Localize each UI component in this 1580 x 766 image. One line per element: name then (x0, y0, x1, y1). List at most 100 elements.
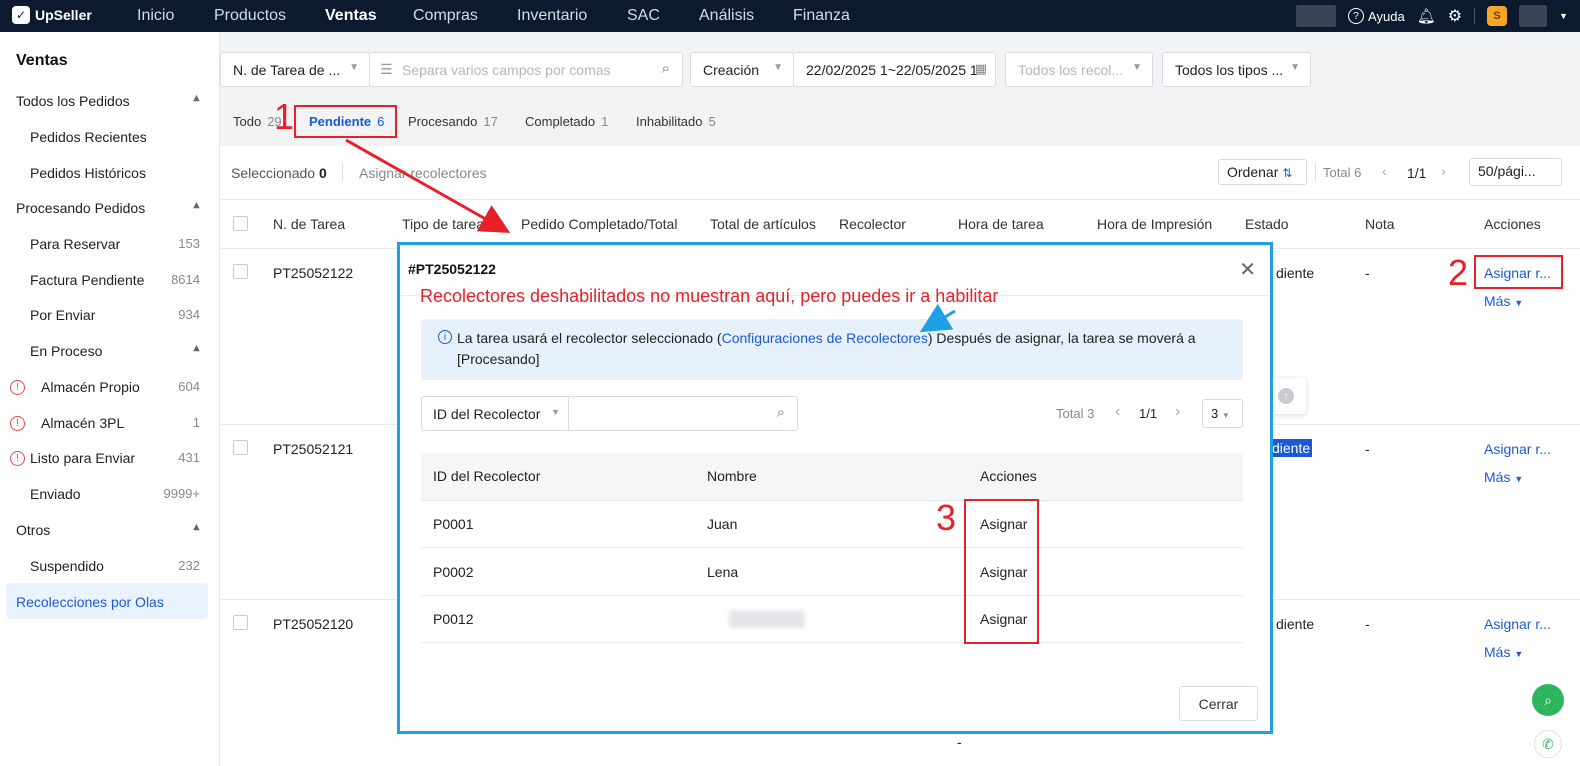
field-select[interactable]: N. de Tarea de ... ▼ (220, 52, 370, 87)
nav-productos[interactable]: Productos (214, 7, 286, 25)
sidebar-item-por-enviar[interactable]: Por Enviar 934 (0, 300, 220, 330)
sidebar-item-label: Suspendido (30, 558, 104, 574)
page-size-select[interactable]: 50/pági... (1469, 158, 1562, 186)
sidebar-item-recientes[interactable]: Pedidos Recientes (0, 122, 220, 152)
select-all-checkbox[interactable] (233, 216, 248, 231)
col-header: ID del Recolector (433, 468, 541, 484)
arrow-up-icon[interactable]: ↑ (1278, 388, 1294, 404)
gear-icon[interactable]: ⚙ (1448, 6, 1462, 26)
sort-button[interactable]: Ordenar ⇅ (1218, 159, 1307, 185)
tab-label: Completado (525, 114, 596, 129)
picker-search-field-select[interactable]: ID del Recolector ▼ (421, 396, 569, 431)
nav-analisis[interactable]: Análisis (699, 7, 754, 25)
sidebar-item-almacen-3pl[interactable]: ! Almacén 3PL 1 (0, 408, 220, 438)
annotation-box-actions (964, 499, 1039, 644)
col-header: Tipo de tarea (402, 216, 484, 232)
info-text: La tarea usará el recolector seleccionad… (457, 330, 722, 346)
assign-picker-link[interactable]: Asignar r... (1484, 616, 1551, 632)
prev-page-icon[interactable]: ‹ (1382, 163, 1387, 179)
note-text: - (1365, 265, 1370, 281)
sidebar-item-count: 9999+ (163, 486, 200, 501)
search-input[interactable]: ☰ Separa varios campos por comas ⌕ (369, 52, 683, 87)
chevron-down-icon[interactable]: ▼ (1559, 11, 1568, 21)
prev-page-icon[interactable]: ‹ (1115, 403, 1120, 421)
close-button[interactable]: Cerrar (1179, 686, 1258, 721)
nav-inventario[interactable]: Inventario (517, 7, 587, 25)
row-checkbox[interactable] (233, 264, 248, 279)
nav-inicio[interactable]: Inicio (137, 7, 174, 25)
divider (1474, 8, 1476, 24)
next-page-icon[interactable]: › (1175, 403, 1180, 421)
sidebar-item-label: Listo para Enviar (30, 450, 136, 466)
modal-page-size-select[interactable]: 3 ▼ (1202, 399, 1243, 428)
sidebar-item-count: 431 (178, 450, 200, 465)
logo-icon: ✓ (12, 6, 30, 24)
avatar[interactable]: S (1487, 6, 1508, 26)
sidebar-item-label: Factura Pendiente (30, 272, 145, 288)
chevron-down-icon: ▼ (1514, 298, 1524, 308)
sidebar-item-para-reservar[interactable]: Para Reservar 153 (0, 229, 220, 259)
type-select[interactable]: Todos los tipos ... ▼ (1162, 52, 1311, 87)
sidebar-item-listo[interactable]: ! Listo para Enviar 431 (0, 443, 220, 473)
nav-finanza[interactable]: Finanza (793, 7, 850, 25)
sidebar-item-label: Enviado (30, 486, 81, 502)
picker-select[interactable]: Todos los recol... ▼ (1005, 52, 1153, 87)
bell-icon[interactable]: 🔔︎ (1417, 7, 1436, 25)
sidebar-item-label: Por Enviar (30, 307, 96, 323)
blurred-username (1519, 5, 1548, 27)
tab-procesando[interactable]: Procesando 17 (408, 114, 498, 129)
search-icon[interactable]: ⌕ (662, 60, 670, 77)
sidebar-item-label: Pedidos Históricos (30, 165, 146, 181)
picker-search-input[interactable]: ⌕ (568, 396, 798, 431)
list-icon: ☰ (380, 61, 393, 77)
picker-id: P0002 (433, 564, 474, 580)
status-text-selected: diente (1270, 439, 1313, 457)
more-menu[interactable]: Más ▼ (1484, 469, 1523, 485)
search-float-icon[interactable]: ⌕ (1532, 684, 1564, 716)
assign-picker-modal: #PT25052122 ✕ i La tarea usará el recole… (397, 242, 1273, 734)
sidebar-item-en-proceso[interactable]: En Proceso ▼ (0, 336, 220, 366)
assign-pickers-button[interactable]: Asignar recolectores (359, 165, 487, 181)
date-type-select[interactable]: Creación ▼ (690, 52, 794, 87)
sidebar-item-count: 934 (178, 307, 200, 322)
sidebar-item-suspendido[interactable]: Suspendido 232 (0, 551, 220, 581)
note-text: - (1365, 616, 1370, 632)
table-row: P0001 Juan Asignar (421, 501, 1243, 548)
task-id: PT25052122 (273, 265, 354, 281)
whatsapp-icon[interactable]: ✆ (1534, 730, 1562, 758)
sort-icon: ⇅ (1282, 166, 1293, 180)
page-indicator: 1/1 (1407, 165, 1427, 181)
upseller-logo[interactable]: ✓ UpSeller (12, 6, 92, 24)
assign-picker-link[interactable]: Asignar r... (1484, 441, 1551, 457)
more-menu[interactable]: Más ▼ (1484, 644, 1523, 660)
sidebar-item-factura[interactable]: Factura Pendiente 8614 (0, 265, 220, 295)
nav-compras[interactable]: Compras (413, 7, 478, 25)
nav-ventas[interactable]: Ventas (325, 7, 377, 25)
nav-sac[interactable]: SAC (627, 7, 660, 25)
divider (342, 163, 343, 181)
sidebar-item-almacen-propio[interactable]: ! Almacén Propio 604 (0, 372, 220, 402)
tab-inhabilitado[interactable]: Inhabilitado 5 (636, 114, 716, 129)
search-icon[interactable]: ⌕ (777, 404, 785, 421)
sidebar-item-enviado[interactable]: Enviado 9999+ (0, 479, 220, 509)
info-text: ) Después de asignar, la tarea se moverá… (927, 330, 1196, 346)
sidebar-item-otros[interactable]: Otros ▼ (0, 515, 220, 545)
help-link[interactable]: ? Ayuda (1348, 8, 1405, 24)
row-checkbox[interactable] (233, 440, 248, 455)
col-header: Acciones (980, 468, 1037, 484)
tab-label: Todo (233, 114, 262, 129)
sidebar-item-historicos[interactable]: Pedidos Históricos (0, 158, 220, 188)
date-range-picker[interactable]: 22/02/2025 1~22/05/2025 1 ▦ (793, 52, 996, 87)
picker-settings-link[interactable]: Configuraciones de Recolectores (722, 330, 928, 346)
row-checkbox[interactable] (233, 615, 248, 630)
sidebar-item-todos[interactable]: Todos los Pedidos ▼ (0, 86, 220, 116)
modal-page: 1/1 (1139, 406, 1158, 421)
warning-icon: ! (10, 380, 25, 395)
sidebar-item-procesando[interactable]: Procesando Pedidos ▼ (0, 193, 220, 223)
next-page-icon[interactable]: › (1441, 163, 1446, 179)
close-icon[interactable]: ✕ (1239, 257, 1256, 282)
sidebar-item-label: En Proceso (30, 343, 103, 359)
tab-completado[interactable]: Completado 1 (525, 114, 608, 129)
more-menu[interactable]: Más ▼ (1484, 293, 1523, 309)
task-id: PT25052121 (273, 441, 354, 457)
